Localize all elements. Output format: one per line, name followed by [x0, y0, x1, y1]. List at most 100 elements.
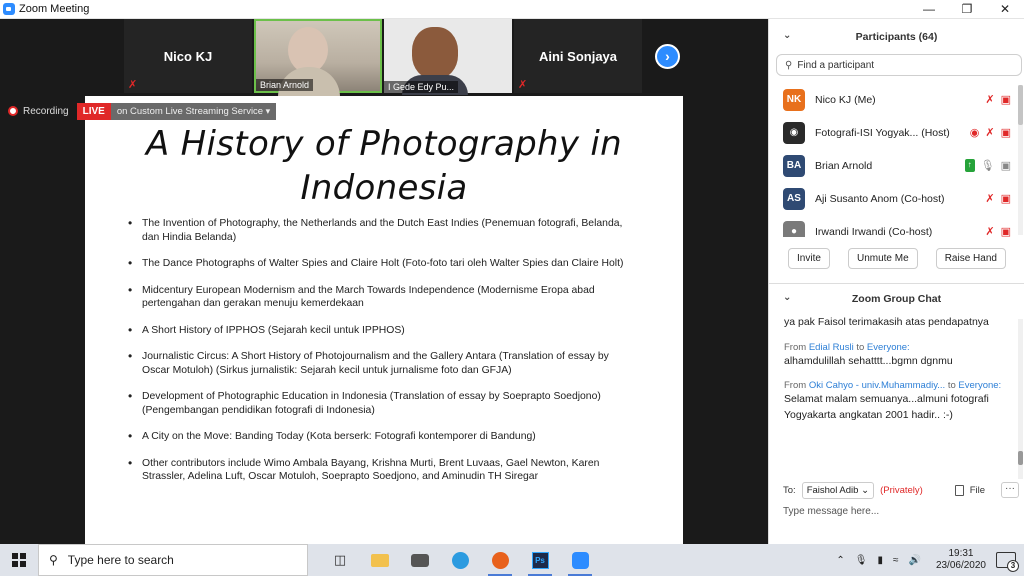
- minimize-icon[interactable]: —: [910, 0, 948, 19]
- participant-row[interactable]: AS Aji Susanto Anom (Co-host) ✗ ▣: [769, 182, 1017, 215]
- divider: [769, 283, 1024, 284]
- window-title: Zoom Meeting: [19, 3, 90, 15]
- mic-icon[interactable]: 🎙: [981, 159, 995, 172]
- video-off-icon[interactable]: ▣: [1001, 93, 1011, 106]
- avatar: BA: [783, 154, 805, 177]
- slide-title: A History of Photography in Indonesia: [146, 124, 622, 208]
- muted-mic-icon[interactable]: ✗: [985, 126, 994, 139]
- camera-icon[interactable]: [400, 544, 440, 576]
- windows-start-icon[interactable]: [0, 544, 38, 576]
- chat-title: Zoom Group Chat: [851, 293, 942, 305]
- firefox-icon[interactable]: [480, 544, 520, 576]
- tile-name: Aini Sonjaya: [538, 49, 618, 64]
- slide-bullet: The Dance Photographs of Walter Spies an…: [125, 257, 635, 271]
- slide-bullet: A City on the Move: Banding Today (Kota …: [125, 430, 635, 444]
- chat-messages: ya pak Faisol terimakasih atas pendapatn…: [769, 315, 1017, 483]
- recording-indicator: Recording LIVE on Custom Live Streaming …: [8, 101, 277, 121]
- restore-icon[interactable]: ❐: [948, 0, 986, 19]
- file-explorer-icon[interactable]: [360, 544, 400, 576]
- notification-icon[interactable]: 3: [996, 552, 1019, 572]
- more-options-button[interactable]: ···: [1001, 482, 1019, 498]
- clock-time: 19:31: [948, 548, 974, 559]
- taskbar-search-input[interactable]: ⚲ Type here to search: [38, 544, 308, 576]
- unmute-me-button[interactable]: Unmute Me: [847, 248, 918, 269]
- photoshop-icon[interactable]: Ps: [520, 544, 560, 576]
- window-controls: — ❐ ✕: [910, 0, 1024, 19]
- video-off-icon[interactable]: ▣: [1001, 192, 1011, 205]
- microphone-icon[interactable]: 🎙: [855, 555, 868, 566]
- raise-hand-button[interactable]: Raise Hand: [935, 248, 1006, 269]
- chevron-down-icon[interactable]: ⌄: [783, 30, 791, 41]
- zoom-logo-icon: [3, 3, 15, 15]
- participant-name: Fotografi-ISI Yogyak... (Host): [815, 126, 950, 139]
- close-icon[interactable]: ✕: [986, 0, 1024, 19]
- participant-name: Aji Susanto Anom (Co-host): [815, 192, 945, 205]
- clock-date: 23/06/2020: [935, 560, 986, 571]
- file-icon: [954, 484, 964, 496]
- taskbar-search-placeholder: Type here to search: [67, 553, 174, 567]
- recording-icon: ◉: [969, 127, 980, 139]
- video-icon[interactable]: ▣: [1001, 159, 1011, 172]
- slide-bullet: Journalistic Circus: A Short History of …: [125, 350, 635, 377]
- slide-bullet: Midcentury European Modernism and the Ma…: [125, 284, 635, 311]
- chevron-down-icon[interactable]: ⌄: [783, 292, 791, 303]
- participant-actions: Invite Unmute Me Raise Hand: [769, 248, 1024, 269]
- participant-tile-gede[interactable]: I Gede Edy Pu...: [384, 19, 512, 95]
- privately-label: (Privately): [880, 484, 923, 496]
- participant-name: Irwandi Irwandi (Co-host): [815, 225, 933, 238]
- chat-header: ⌄ Zoom Group Chat: [769, 285, 1024, 313]
- slide-bullet: Development of Photographic Education in…: [125, 390, 635, 417]
- participant-tile-nico[interactable]: Nico KJ ✗: [124, 19, 252, 93]
- muted-mic-icon: ✗: [518, 79, 528, 91]
- video-off-icon[interactable]: ▣: [1001, 225, 1011, 237]
- participant-row[interactable]: ◉ Fotografi-ISI Yogyak... (Host) ◉ ✗ ▣: [769, 116, 1017, 149]
- tile-name: I Gede Edy Pu...: [384, 81, 459, 93]
- meeting-area: Nico KJ ✗ Brian Arnold I Gede Edy Pu... …: [0, 19, 768, 544]
- live-badge: LIVE: [76, 102, 111, 120]
- recipient-dropdown[interactable]: Faishol Adib ⌄: [801, 481, 875, 499]
- slide-bullet: The Invention of Photography, the Nether…: [125, 217, 635, 244]
- edge-browser-icon[interactable]: [440, 544, 480, 576]
- participant-row[interactable]: BA Brian Arnold ↑ 🎙 ▣: [769, 149, 1017, 182]
- windows-taskbar: ⚲ Type here to search ◫ Ps ⌃ 🎙 ▮ ≈ 🔊 19:…: [0, 544, 1024, 576]
- participant-tile-brian[interactable]: Brian Arnold: [254, 19, 382, 97]
- window-titlebar: Zoom Meeting — ❐ ✕: [0, 0, 1024, 19]
- participant-tile-aini[interactable]: Aini Sonjaya ✗: [514, 19, 642, 93]
- file-button[interactable]: File: [954, 484, 985, 496]
- message-sender: From Oki Cahyo - univ.Muhammadiy... to E…: [784, 380, 1002, 391]
- participant-row[interactable]: NK Nico KJ (Me) ✗ ▣: [769, 83, 1017, 116]
- avatar: NK: [783, 88, 805, 111]
- battery-icon[interactable]: ▮: [877, 555, 883, 566]
- participant-scrollbar[interactable]: [1018, 85, 1023, 235]
- tile-name: Nico KJ: [163, 49, 213, 64]
- participant-search-input[interactable]: ⚲ Find a participant: [776, 54, 1022, 76]
- video-off-icon[interactable]: ▣: [1001, 126, 1011, 139]
- tile-name: Brian Arnold: [256, 79, 314, 91]
- zoom-app-icon[interactable]: [560, 544, 600, 576]
- invite-button[interactable]: Invite: [788, 248, 830, 269]
- chat-message: Selamat malam semuanya...almuni fotograf…: [784, 393, 989, 421]
- slide-bullet: A Short History of IPPHOS (Sejarah kecil…: [125, 324, 635, 338]
- chevron-up-icon[interactable]: ⌃: [836, 555, 844, 566]
- chat-message-input[interactable]: Type message here...: [783, 506, 879, 517]
- participant-row[interactable]: ● Irwandi Irwandi (Co-host) ✗ ▣: [769, 215, 1017, 237]
- muted-mic-icon[interactable]: ✗: [985, 225, 994, 237]
- chat-message: alhamdulillah sehatttt...bgmn dgnmu: [784, 354, 953, 367]
- avatar: ◉: [783, 121, 805, 144]
- live-service-dropdown[interactable]: on Custom Live Streaming Service: [110, 102, 277, 120]
- chat-scrollbar[interactable]: [1018, 319, 1023, 479]
- taskbar-clock[interactable]: 19:31 23/06/2020: [936, 548, 986, 572]
- search-icon: ⚲: [49, 553, 58, 567]
- volume-icon[interactable]: 🔊: [908, 555, 920, 566]
- muted-mic-icon: ✗: [128, 79, 138, 91]
- wifi-icon[interactable]: ≈: [893, 555, 899, 566]
- chevron-right-icon[interactable]: ›: [655, 44, 680, 69]
- avatar: ●: [783, 220, 805, 237]
- muted-mic-icon[interactable]: ✗: [985, 93, 994, 106]
- task-view-icon[interactable]: ◫: [320, 544, 360, 576]
- avatar: AS: [783, 187, 805, 210]
- participant-name: Brian Arnold: [815, 159, 873, 172]
- recording-label: Recording: [23, 105, 69, 117]
- muted-mic-icon[interactable]: ✗: [985, 192, 994, 205]
- chat-message: ya pak Faisol terimakasih atas pendapatn…: [784, 316, 989, 328]
